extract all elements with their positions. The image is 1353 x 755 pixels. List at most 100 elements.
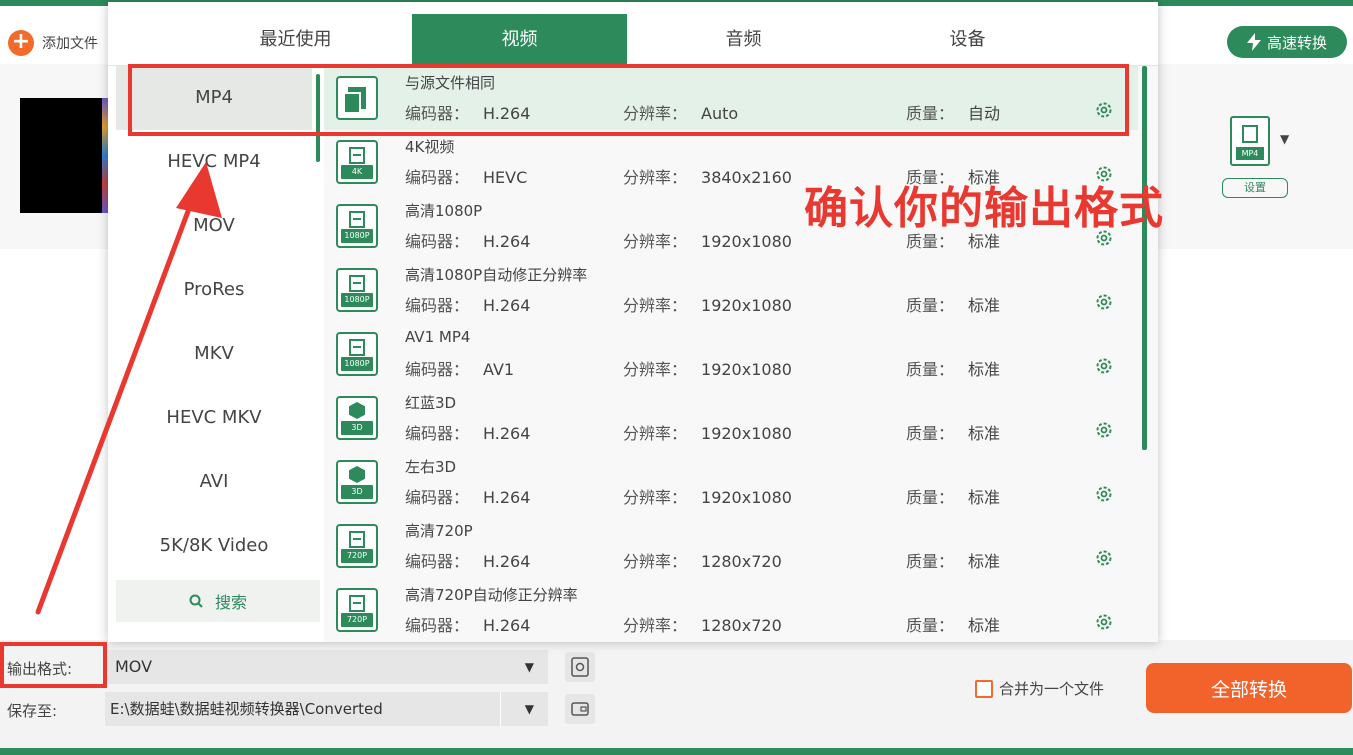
encoder-value: H.264 — [483, 616, 531, 635]
gear-icon[interactable] — [1094, 420, 1114, 440]
gear-icon[interactable] — [1094, 356, 1114, 376]
resolution-label: 分辨率： — [623, 488, 688, 507]
file-format-panel: MP4 ▼ 设置 — [1222, 110, 1302, 200]
video-thumbnail — [20, 98, 110, 213]
convert-all-button[interactable]: 全部转换 — [1146, 663, 1352, 713]
preset-row[interactable]: 720P 高清720P自动修正分辨率 编码器： H.264 分辨率： 1280x720 质量… — [324, 578, 1138, 642]
preset-encoder: 编码器： H.264 — [405, 228, 530, 252]
preset-row[interactable]: 3D 红蓝3D 编码器： H.264 分辨率： 1920x1080 质量： 标准 — [324, 386, 1138, 450]
preset-row[interactable]: 3D 左右3D 编码器： H.264 分辨率： 1920x1080 质量： 标准 — [324, 450, 1138, 514]
checkbox-icon[interactable] — [975, 679, 993, 698]
resolution-value: 1920x1080 — [701, 296, 792, 315]
category-item-prores[interactable]: ProRes — [116, 258, 312, 322]
encoder-label: 编码器： — [405, 552, 470, 571]
film-shape — [349, 147, 365, 164]
save-to-label: 保存至: — [7, 702, 58, 720]
preset-quality: 质量： 标准 — [906, 484, 1000, 508]
film-shape — [349, 275, 365, 292]
resolution-label: 分辨率： — [623, 360, 688, 379]
quality-label: 质量： — [906, 424, 955, 443]
preset-encoder: 编码器： H.264 — [405, 420, 530, 444]
film-icon — [1242, 125, 1258, 143]
turbo-convert-label: 高速转换 — [1266, 33, 1327, 52]
preset-row[interactable]: 720P 高清720P 编码器： H.264 分辨率： 1280x720 质量： 标准 — [324, 514, 1138, 578]
quality-label: 质量： — [906, 616, 955, 635]
encoder-label: 编码器： — [405, 232, 470, 251]
annotation-text: 确认你的输出格式 — [804, 183, 1164, 234]
encoder-label: 编码器： — [405, 168, 470, 187]
chevron-down-icon[interactable]: ▼ — [1280, 132, 1289, 146]
resolution-label: 分辨率： — [623, 424, 688, 443]
category-item-5k8k[interactable]: 5K/8K Video — [116, 514, 312, 578]
gear-icon[interactable] — [1094, 612, 1114, 632]
video-format-icon: 1080P — [336, 268, 378, 312]
video-format-icon: 4K — [336, 140, 378, 184]
preset-row[interactable]: 1080P AV1 MP4 编码器： AV1 分辨率： 1920x1080 质量： 标准 — [324, 322, 1138, 386]
resolution-value: 3840x2160 — [701, 168, 792, 187]
preset-resolution: 分辨率： 1920x1080 — [623, 228, 792, 252]
gear-icon[interactable] — [1094, 548, 1114, 568]
category-item-avi[interactable]: AVI — [116, 450, 312, 514]
chevron-down-icon: ▼ — [524, 702, 534, 716]
category-item-hevc-mkv[interactable]: HEVC MKV — [116, 386, 312, 450]
category-item-mkv[interactable]: MKV — [116, 322, 312, 386]
search-button[interactable]: 搜索 — [116, 580, 320, 622]
preset-tag: 720P — [341, 549, 373, 563]
category-item-mov[interactable]: MOV — [116, 194, 312, 258]
resolution-label: 分辨率： — [623, 552, 688, 571]
open-folder-button[interactable] — [565, 694, 595, 724]
encoder-value: H.264 — [483, 232, 531, 251]
tab-audio[interactable]: 音频 — [636, 14, 851, 66]
quality-value: 标准 — [968, 552, 1001, 571]
preset-scrollbar[interactable] — [1142, 66, 1147, 450]
preset-row[interactable]: 1080P 高清1080P自动修正分辨率 编码器： H.264 分辨率： 1920x108… — [324, 258, 1138, 322]
save-to-value: E:\数据蛙\数据蛙视频转换器\Converted — [110, 700, 383, 718]
save-to-select[interactable]: E:\数据蛙\数据蛙视频转换器\Converted ▼ — [105, 692, 548, 726]
preset-tag: 1080P — [341, 357, 373, 371]
tab-video[interactable]: 视频 — [412, 14, 627, 66]
preset-list: 与源文件相同 编码器： H.264 分辨率： Auto 质量： 自动 4K 4K视频 编码器： HE… — [324, 66, 1158, 642]
format-settings-button[interactable] — [565, 652, 595, 682]
divider — [500, 692, 501, 726]
file-settings-button[interactable]: 设置 — [1222, 178, 1288, 198]
preset-quality: 质量： 标准 — [906, 356, 1000, 380]
resolution-value: 1920x1080 — [701, 424, 792, 443]
gear-icon[interactable] — [1094, 292, 1114, 312]
bottom-accent-bar — [0, 748, 1353, 755]
tab-device[interactable]: 设备 — [860, 14, 1075, 66]
preset-quality: 质量： 标准 — [906, 612, 1000, 636]
preset-resolution: 分辨率： 1920x1080 — [623, 420, 792, 444]
film-shape — [349, 531, 365, 548]
preset-name: 高清720P — [405, 522, 473, 540]
output-format-select[interactable]: MOV ▼ — [105, 650, 548, 684]
preset-resolution: 分辨率： 1920x1080 — [623, 292, 792, 316]
preset-resolution: 分辨率： 1280x720 — [623, 548, 782, 572]
merge-checkbox[interactable]: 合并为一个文件 — [975, 678, 1104, 699]
preset-name: 高清1080P — [405, 202, 483, 220]
category-item-hevc-mp4[interactable]: HEVC MP4 — [116, 130, 312, 194]
quality-label: 质量： — [906, 552, 955, 571]
preset-tag: 1080P — [341, 229, 373, 243]
quality-value: 标准 — [968, 616, 1001, 635]
preset-tag: 1080P — [341, 293, 373, 307]
quality-value: 标准 — [968, 296, 1001, 315]
encoder-value: H.264 — [483, 488, 531, 507]
turbo-convert-button[interactable]: 高速转换 — [1227, 26, 1347, 58]
encoder-value: H.264 — [483, 296, 531, 315]
chevron-down-icon: ▼ — [524, 660, 534, 674]
preset-tag: 3D — [341, 485, 373, 499]
encoder-label: 编码器： — [405, 616, 470, 635]
video-format-icon: 1080P — [336, 332, 378, 376]
resolution-value: 1920x1080 — [701, 232, 792, 251]
format-category-list: MP4 HEVC MP4 MOV ProRes MKV HEVC MKV AVI… — [108, 66, 324, 642]
tab-recent[interactable]: 最近使用 — [188, 14, 403, 66]
preset-resolution: 分辨率： 1280x720 — [623, 612, 782, 636]
gear-icon[interactable] — [1094, 484, 1114, 504]
preset-name: 左右3D — [405, 458, 457, 476]
highlight-box-preset — [128, 64, 1129, 136]
resolution-value: 1280x720 — [701, 552, 782, 571]
resolution-label: 分辨率： — [623, 168, 688, 187]
preset-encoder: 编码器： H.264 — [405, 548, 530, 572]
file-format-icon[interactable]: MP4 — [1230, 116, 1270, 166]
add-file-button[interactable]: + 添加文件 — [8, 30, 98, 56]
